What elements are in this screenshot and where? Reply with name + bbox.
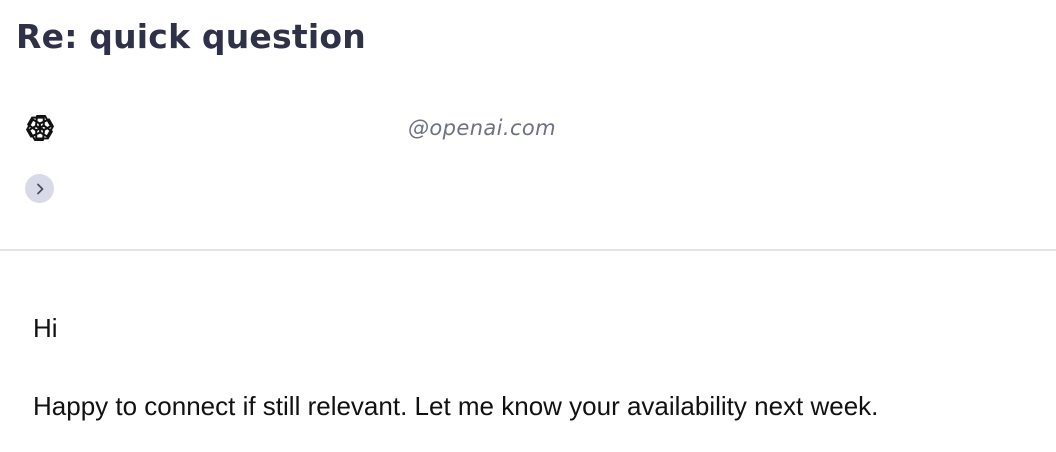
sender-email-domain: @openai.com	[408, 116, 557, 140]
email-subject: Re: quick question	[16, 17, 366, 56]
expand-details-button[interactable]	[25, 174, 54, 203]
openai-logo-icon	[26, 115, 54, 141]
email-message: Happy to connect if still relevant. Let …	[33, 391, 879, 421]
email-greeting: Hi	[33, 313, 58, 343]
chevron-right-icon	[36, 183, 43, 194]
header-divider	[0, 249, 1056, 251]
sender-row: @openai.com	[24, 110, 724, 148]
